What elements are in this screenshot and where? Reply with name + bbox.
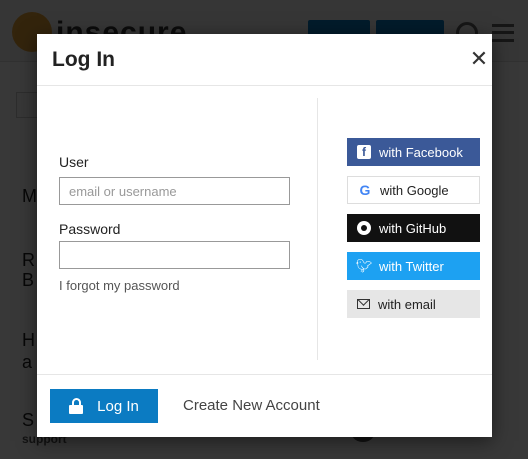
login-button[interactable]: Log In bbox=[50, 389, 158, 423]
password-label: Password bbox=[59, 221, 121, 237]
github-login-label: with GitHub bbox=[379, 220, 447, 236]
email-login-label: with email bbox=[378, 296, 436, 312]
google-icon: G bbox=[359, 182, 371, 198]
modal-title: Log In bbox=[52, 48, 115, 71]
envelope-icon bbox=[357, 299, 370, 309]
modal-footer: Log In Create New Account bbox=[37, 374, 492, 437]
unlock-icon bbox=[69, 398, 84, 414]
google-login-button[interactable]: G with Google bbox=[347, 176, 480, 204]
forgot-password-link[interactable]: I forgot my password bbox=[59, 278, 180, 293]
password-input[interactable] bbox=[59, 241, 290, 269]
email-login-button[interactable]: with email bbox=[347, 290, 480, 318]
google-login-label: with Google bbox=[380, 182, 449, 198]
user-label: User bbox=[59, 154, 89, 170]
modal-header: Log In ✕ bbox=[37, 34, 492, 86]
user-input[interactable] bbox=[59, 177, 290, 205]
twitter-login-button[interactable]: 🐦︎ with Twitter bbox=[347, 252, 480, 280]
column-divider bbox=[317, 98, 318, 360]
github-login-button[interactable]: with GitHub bbox=[347, 214, 480, 242]
facebook-login-label: with Facebook bbox=[379, 144, 463, 160]
login-button-label: Log In bbox=[97, 397, 139, 415]
close-icon[interactable]: ✕ bbox=[469, 48, 489, 70]
facebook-login-button[interactable]: f with Facebook bbox=[347, 138, 480, 166]
facebook-icon: f bbox=[357, 145, 371, 159]
twitter-login-label: with Twitter bbox=[379, 258, 444, 274]
login-modal: Log In ✕ User Password I forgot my passw… bbox=[37, 34, 492, 437]
create-account-link[interactable]: Create New Account bbox=[183, 397, 320, 414]
github-icon bbox=[357, 221, 371, 235]
twitter-icon: 🐦︎ bbox=[355, 258, 373, 273]
